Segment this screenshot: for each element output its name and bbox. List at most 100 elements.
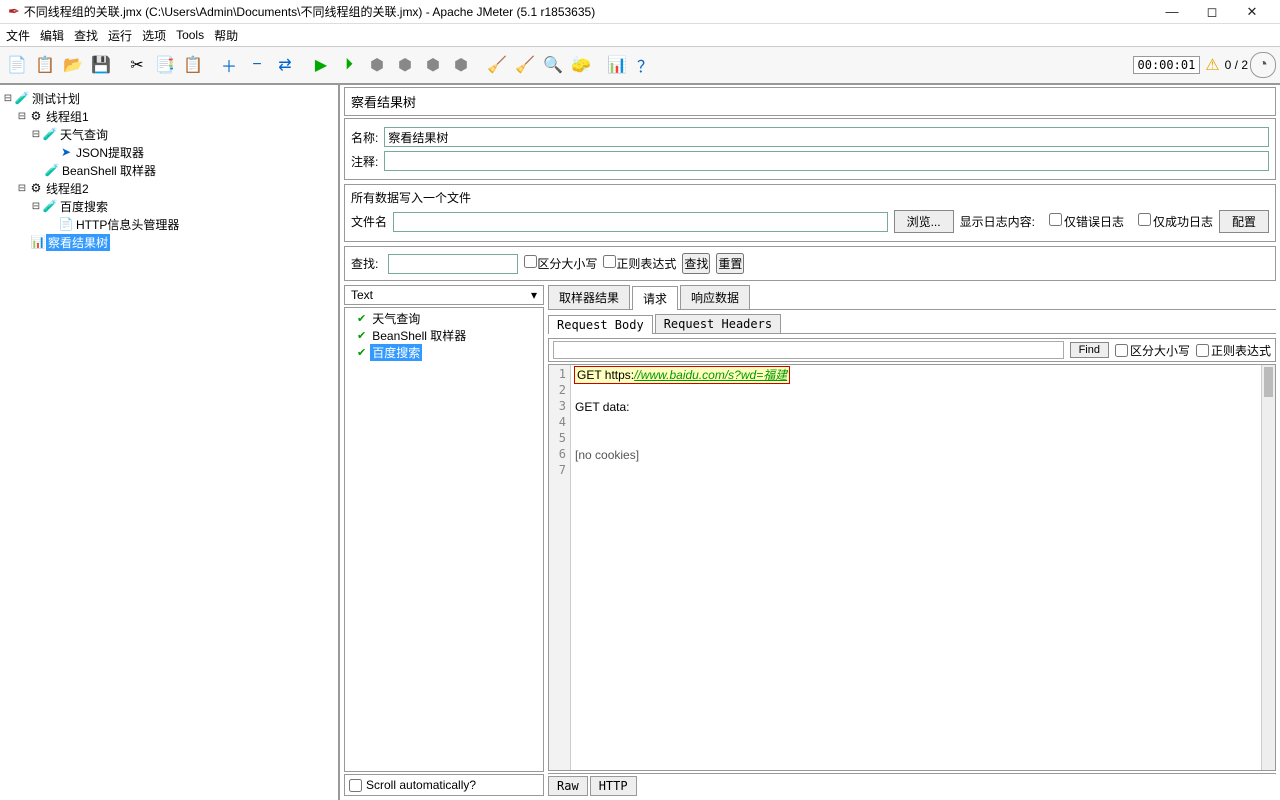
editor-find-case[interactable]: 区分大小写 bbox=[1115, 342, 1190, 359]
tab-response[interactable]: 响应数据 bbox=[680, 285, 750, 309]
stop-remote-icon[interactable]: ⬢ bbox=[420, 52, 446, 78]
toggle-icon[interactable]: ⇄ bbox=[272, 52, 298, 78]
menu-search[interactable]: 查找 bbox=[74, 27, 98, 44]
browse-button[interactable]: 浏览... bbox=[894, 210, 954, 233]
test-plan-tree[interactable]: ⊟🧪测试计划 ⊟⚙线程组1 ⊟🧪天气查询 ➤JSON提取器 🧪BeanShell… bbox=[0, 85, 340, 800]
tree-baidu[interactable]: 百度搜索 bbox=[58, 198, 110, 215]
tab-sampler-result[interactable]: 取样器结果 bbox=[548, 285, 630, 309]
panel-title: 察看结果树 bbox=[344, 87, 1276, 116]
close-button[interactable]: ✕ bbox=[1232, 4, 1272, 20]
start-no-timers-icon[interactable]: ⏵ bbox=[336, 52, 362, 78]
tree-tg2[interactable]: 线程组2 bbox=[44, 180, 91, 197]
configure-button[interactable]: 配置 bbox=[1219, 210, 1269, 233]
cut-icon[interactable]: ✂ bbox=[124, 52, 150, 78]
help-icon[interactable]: ？ bbox=[632, 52, 658, 78]
tab-http[interactable]: HTTP bbox=[590, 776, 637, 796]
menu-options[interactable]: 选项 bbox=[142, 27, 166, 44]
toolbar: 📄 📋 📂 💾 ✂ 📑 📋 ＋ − ⇄ ▶ ⏵ ⬢ ⬢ ⬢ ⬢ 🧹 🧹 🔍 🧽 … bbox=[0, 46, 1280, 84]
copy-icon[interactable]: 📑 bbox=[152, 52, 178, 78]
result-beanshell[interactable]: BeanShell 取样器 bbox=[370, 327, 468, 344]
maximize-button[interactable]: ◻ bbox=[1192, 4, 1232, 20]
editor-find-regex[interactable]: 正则表达式 bbox=[1196, 342, 1271, 359]
detail-column: 取样器结果 请求 响应数据 Request Body Request Heade… bbox=[548, 285, 1276, 796]
search-label: 查找: bbox=[351, 255, 382, 272]
tab-request-headers[interactable]: Request Headers bbox=[655, 314, 781, 333]
bottom-tabs: Raw HTTP bbox=[548, 773, 1276, 796]
tree-tg1[interactable]: 线程组1 bbox=[44, 108, 91, 125]
result-weather[interactable]: 天气查询 bbox=[370, 310, 422, 327]
tab-raw[interactable]: Raw bbox=[548, 776, 588, 796]
menu-tools[interactable]: Tools bbox=[176, 28, 204, 42]
tree-json[interactable]: JSON提取器 bbox=[74, 144, 146, 161]
menu-help[interactable]: 帮助 bbox=[214, 27, 238, 44]
window-title: 不同线程组的关联.jmx (C:\Users\Admin\Documents\不… bbox=[24, 3, 1152, 20]
file-section-title: 所有数据写入一个文件 bbox=[351, 189, 1269, 206]
search-input[interactable] bbox=[388, 254, 518, 274]
search-row: 查找: 区分大小写 正则表达式 查找 重置 bbox=[344, 246, 1276, 281]
stop-icon[interactable]: ⬢ bbox=[364, 52, 390, 78]
editor-find-row: Find 区分大小写 正则表达式 bbox=[548, 338, 1276, 362]
menu-edit[interactable]: 编辑 bbox=[40, 27, 64, 44]
warning-icon[interactable]: ⚠ bbox=[1205, 55, 1219, 75]
templates-icon[interactable]: 📋 bbox=[32, 52, 58, 78]
search-button[interactable]: 查找 bbox=[682, 253, 710, 274]
function-icon[interactable]: 📊 bbox=[604, 52, 630, 78]
new-icon[interactable]: 📄 bbox=[4, 52, 30, 78]
results-column: Text▾ ✔天气查询 ✔BeanShell 取样器 ✔百度搜索 Scroll … bbox=[344, 285, 544, 796]
titlebar: ✒ 不同线程组的关联.jmx (C:\Users\Admin\Documents… bbox=[0, 0, 1280, 24]
results-list[interactable]: ✔天气查询 ✔BeanShell 取样器 ✔百度搜索 bbox=[344, 307, 544, 772]
expand-icon[interactable]: ＋ bbox=[216, 52, 242, 78]
menubar: 文件 编辑 查找 运行 选项 Tools 帮助 bbox=[0, 24, 1280, 46]
tab-request-body[interactable]: Request Body bbox=[548, 315, 653, 334]
clear-all-icon[interactable]: 🧹 bbox=[512, 52, 538, 78]
scroll-auto-checkbox[interactable]: Scroll automatically? bbox=[344, 774, 544, 796]
line-gutter: 1234567 bbox=[549, 365, 571, 770]
gauge-icon[interactable]: ◔ bbox=[1250, 52, 1276, 78]
menu-file[interactable]: 文件 bbox=[6, 27, 30, 44]
notes-label: 注释: bbox=[351, 153, 378, 170]
code-area[interactable]: GET https://www.baidu.com/s?wd=福建 GET da… bbox=[571, 365, 1275, 770]
editor-find-button[interactable]: Find bbox=[1070, 342, 1109, 358]
thread-count: 0 / 2 bbox=[1225, 58, 1248, 72]
content-split: Text▾ ✔天气查询 ✔BeanShell 取样器 ✔百度搜索 Scroll … bbox=[344, 285, 1276, 796]
tree-beanshell[interactable]: BeanShell 取样器 bbox=[60, 162, 158, 179]
file-section: 所有数据写入一个文件 文件名 浏览... 显示日志内容: 仅错误日志 仅成功日志… bbox=[344, 184, 1276, 242]
right-pane: 察看结果树 名称: 注释: 所有数据写入一个文件 文件名 浏览... 显示日志内… bbox=[340, 85, 1280, 800]
collapse-icon[interactable]: − bbox=[244, 52, 270, 78]
shutdown-remote-icon[interactable]: ⬢ bbox=[448, 52, 474, 78]
timer: 00:00:01 bbox=[1133, 56, 1201, 74]
start-icon[interactable]: ▶ bbox=[308, 52, 334, 78]
tree-view-results[interactable]: 察看结果树 bbox=[46, 234, 110, 251]
renderer-dropdown[interactable]: Text▾ bbox=[344, 285, 544, 305]
element-info: 名称: 注释: bbox=[344, 118, 1276, 180]
editor-find-input[interactable] bbox=[553, 341, 1064, 359]
tree-root[interactable]: 测试计划 bbox=[30, 90, 82, 107]
search-regex-checkbox[interactable]: 正则表达式 bbox=[603, 255, 676, 272]
editor-scrollbar[interactable] bbox=[1261, 365, 1275, 770]
paste-icon[interactable]: 📋 bbox=[180, 52, 206, 78]
notes-input[interactable] bbox=[384, 151, 1269, 171]
open-icon[interactable]: 📂 bbox=[60, 52, 86, 78]
only-error-checkbox[interactable]: 仅错误日志 bbox=[1041, 213, 1124, 230]
reset-button[interactable]: 重置 bbox=[716, 253, 744, 274]
name-input[interactable] bbox=[384, 127, 1269, 147]
only-success-checkbox[interactable]: 仅成功日志 bbox=[1130, 213, 1213, 230]
save-icon[interactable]: 💾 bbox=[88, 52, 114, 78]
reset-search-icon[interactable]: 🧽 bbox=[568, 52, 594, 78]
name-label: 名称: bbox=[351, 129, 378, 146]
search-case-checkbox[interactable]: 区分大小写 bbox=[524, 255, 597, 272]
search-icon[interactable]: 🔍 bbox=[540, 52, 566, 78]
menu-run[interactable]: 运行 bbox=[108, 27, 132, 44]
tree-http-header[interactable]: HTTP信息头管理器 bbox=[74, 216, 181, 233]
request-editor[interactable]: 1234567 GET https://www.baidu.com/s?wd=福… bbox=[548, 364, 1276, 771]
tree-weather[interactable]: 天气查询 bbox=[58, 126, 110, 143]
result-baidu[interactable]: 百度搜索 bbox=[370, 344, 422, 361]
tab-request[interactable]: 请求 bbox=[632, 286, 678, 310]
filename-input[interactable] bbox=[393, 212, 888, 232]
show-log-label: 显示日志内容: bbox=[960, 213, 1035, 230]
detail-tabs: 取样器结果 请求 响应数据 bbox=[548, 285, 1276, 310]
clear-icon[interactable]: 🧹 bbox=[484, 52, 510, 78]
app-icon: ✒ bbox=[8, 3, 20, 20]
minimize-button[interactable]: — bbox=[1152, 4, 1192, 19]
shutdown-icon[interactable]: ⬢ bbox=[392, 52, 418, 78]
